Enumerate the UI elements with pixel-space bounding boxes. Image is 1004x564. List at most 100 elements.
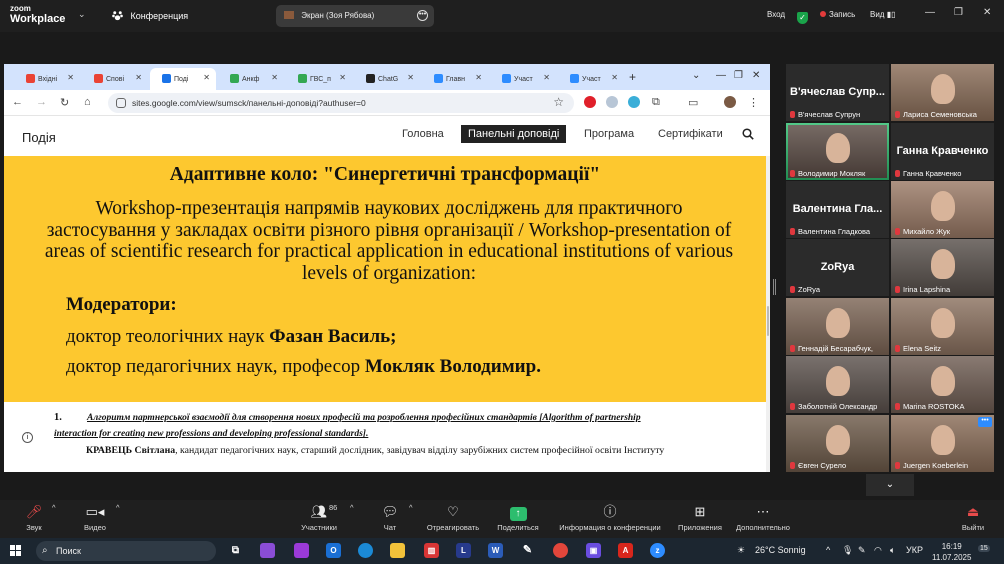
- pen-icon[interactable]: ✎: [858, 545, 866, 556]
- browser-tab[interactable]: Спові ✕: [82, 68, 148, 90]
- chevron-down-icon[interactable]: ⌄: [692, 70, 700, 81]
- browser-tab[interactable]: ГВС_п ✕: [286, 68, 352, 90]
- browser-menu-icon[interactable]: ⋮: [748, 96, 760, 109]
- minimize-icon[interactable]: —: [716, 70, 726, 81]
- cloud-extension-icon[interactable]: [606, 96, 618, 108]
- video-button[interactable]: ▭◂ Видео: [80, 503, 110, 532]
- participant-tile[interactable]: Ганна Кравченко Ганна Кравченко: [891, 123, 994, 180]
- browser-tab[interactable]: Главн ✕: [422, 68, 488, 90]
- audio-button[interactable]: 🎤︎ Звук: [22, 503, 46, 532]
- windows-start-icon[interactable]: [10, 545, 22, 557]
- participant-tile[interactable]: Євген Сурело: [786, 415, 889, 472]
- conference-menu[interactable]: Конференция: [112, 10, 188, 21]
- weather-icon[interactable]: ☀: [737, 545, 745, 556]
- participant-tile[interactable]: Заболотній Олександр: [786, 356, 889, 413]
- more-options-icon[interactable]: •••: [417, 10, 428, 21]
- site-title[interactable]: Подія: [22, 130, 56, 145]
- restore-icon[interactable]: ❐: [954, 7, 963, 18]
- nav-program[interactable]: Програма: [584, 128, 634, 140]
- app-l-icon[interactable]: L: [456, 543, 471, 558]
- nav-certificates[interactable]: Сертифікати: [658, 128, 723, 140]
- browser-tab[interactable]: Участ ✕: [558, 68, 624, 90]
- report-title-line-1[interactable]: Алгоритм партнерської взаємодії для ство…: [87, 413, 641, 423]
- search-icon[interactable]: [742, 128, 754, 140]
- share-screen-button[interactable]: ↑ Поделиться: [494, 503, 542, 532]
- weather-text[interactable]: 26°C Sonnig: [755, 545, 806, 555]
- opera-extension-icon[interactable]: [584, 96, 596, 108]
- close-icon[interactable]: ✕: [67, 73, 74, 82]
- participant-tile[interactable]: В'ячеслав Супр... В'ячеслав Супрун: [786, 64, 889, 121]
- taskbar-search[interactable]: ⌕ Поиск: [36, 541, 216, 561]
- extensions-puzzle-icon[interactable]: ⧉: [652, 96, 664, 108]
- info-icon[interactable]: i: [22, 432, 33, 443]
- login-button[interactable]: Вход: [767, 10, 785, 19]
- participant-tile[interactable]: Михайло Жук: [891, 181, 994, 238]
- site-info-icon[interactable]: [116, 98, 126, 108]
- network-icon[interactable]: ◠: [874, 545, 882, 556]
- word-icon[interactable]: W: [488, 543, 503, 558]
- task-view-icon[interactable]: ⧉: [228, 543, 243, 558]
- pen-tool-icon[interactable]: ✎: [520, 543, 535, 558]
- save-app-icon[interactable]: ▣: [586, 543, 601, 558]
- browser-tab[interactable]: Вхідні ✕: [14, 68, 80, 90]
- close-icon[interactable]: ✕: [407, 73, 414, 82]
- volume-icon[interactable]: 🔈︎: [890, 545, 895, 556]
- zoom-taskbar-icon[interactable]: z: [650, 543, 665, 558]
- participant-tile[interactable]: Marina ROSTOKA: [891, 356, 994, 413]
- cast-icon[interactable]: ▭: [688, 96, 700, 109]
- nav-panel-reports[interactable]: Панельні доповіді: [461, 125, 567, 143]
- browser-tab[interactable]: Поді ✕: [150, 68, 216, 90]
- teams-icon[interactable]: [294, 543, 309, 558]
- bookmark-star-icon[interactable]: ☆: [553, 95, 564, 109]
- participant-tile[interactable]: Juergen Koeberlein •••: [891, 415, 994, 472]
- chevron-down-icon[interactable]: ⌄: [866, 474, 914, 496]
- participant-tile[interactable]: Валентина Гла... Валентина Гладкова: [786, 181, 889, 238]
- notification-badge[interactable]: 15: [978, 545, 990, 552]
- scrollbar-thumb[interactable]: [767, 306, 769, 336]
- browser-tab[interactable]: ChatG ✕: [354, 68, 420, 90]
- translate-extension-icon[interactable]: [628, 96, 640, 108]
- screen-share-tab[interactable]: Экран (Зоя Рябова) •••: [276, 5, 434, 27]
- browser-tab[interactable]: Анкф ✕: [218, 68, 284, 90]
- close-icon[interactable]: ✕: [543, 73, 550, 82]
- microphone-icon[interactable]: 🎙︎: [842, 545, 853, 556]
- home-icon[interactable]: ⌂: [84, 96, 91, 108]
- acrobat-icon[interactable]: A: [618, 543, 633, 558]
- leave-button[interactable]: ⏏ Выйти: [958, 503, 988, 532]
- app-red-icon[interactable]: ▥: [424, 543, 439, 558]
- keyboard-language[interactable]: УКР: [906, 545, 923, 555]
- security-shield-icon[interactable]: ✓: [797, 10, 808, 24]
- apps-button[interactable]: ⊞ Приложения: [674, 503, 726, 532]
- system-clock[interactable]: 16:19 11.07.2025: [932, 541, 971, 563]
- meeting-info-button[interactable]: ⓘ Информация о конференции: [554, 503, 666, 532]
- profile-avatar[interactable]: [724, 96, 736, 108]
- more-options-icon[interactable]: •••: [978, 417, 992, 427]
- participant-tile[interactable]: ZoRya ZoRya: [786, 239, 889, 296]
- participant-tile[interactable]: Лариса Семеновська: [891, 64, 994, 121]
- minimize-icon[interactable]: —: [925, 7, 935, 18]
- forward-icon[interactable]: →: [36, 96, 47, 108]
- chat-button[interactable]: 💬︎ Чат: [378, 503, 402, 532]
- participant-tile[interactable]: Геннадій Бесарабчук,: [786, 298, 889, 355]
- close-icon[interactable]: ✕: [271, 73, 278, 82]
- file-explorer-icon[interactable]: [390, 543, 405, 558]
- close-icon[interactable]: ✕: [752, 70, 760, 81]
- participant-tile[interactable]: Elena Seitz: [891, 298, 994, 355]
- outlook-icon[interactable]: O: [326, 543, 341, 558]
- close-icon[interactable]: ✕: [135, 73, 142, 82]
- chevron-up-icon[interactable]: ^: [116, 503, 120, 512]
- record-indicator[interactable]: Запись: [820, 10, 855, 19]
- edge-icon[interactable]: [358, 543, 373, 558]
- back-icon[interactable]: ←: [12, 96, 23, 108]
- nav-home[interactable]: Головна: [402, 128, 444, 140]
- reload-icon[interactable]: ↻: [60, 96, 69, 109]
- view-button[interactable]: Вид ▮▯: [870, 10, 896, 19]
- copilot-icon[interactable]: [260, 543, 275, 558]
- url-field[interactable]: sites.google.com/view/sumsck/панельні-до…: [108, 93, 574, 113]
- chrome-icon[interactable]: [553, 543, 568, 558]
- chevron-up-icon[interactable]: ^: [409, 503, 413, 512]
- chevron-up-icon[interactable]: ^: [52, 503, 56, 512]
- close-icon[interactable]: ✕: [983, 7, 991, 18]
- browser-tab[interactable]: Участ ✕: [490, 68, 556, 90]
- close-icon[interactable]: ✕: [203, 73, 210, 82]
